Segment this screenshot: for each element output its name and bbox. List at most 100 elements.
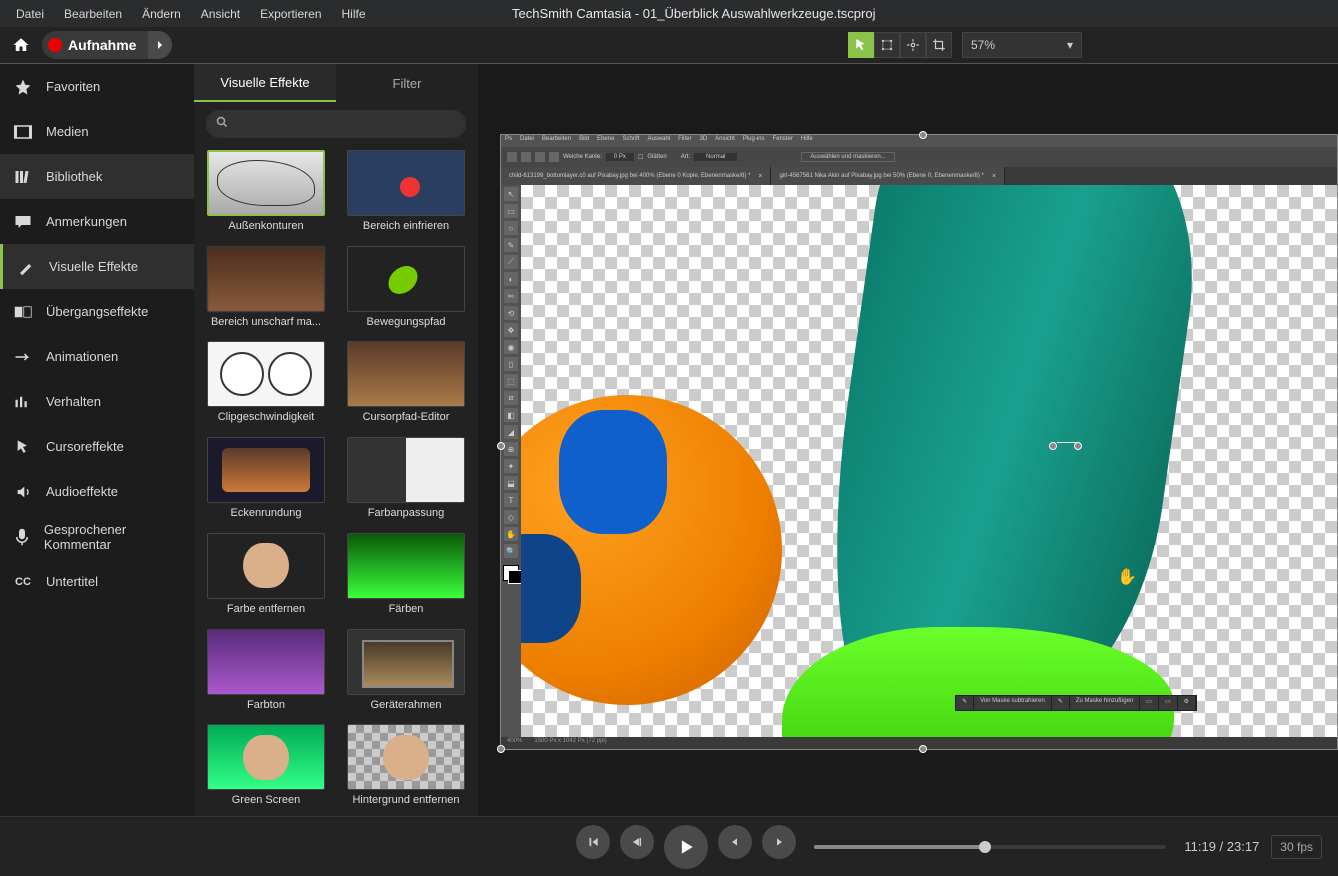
effect-thumb (347, 150, 465, 216)
tool-select[interactable] (848, 32, 874, 58)
sidebar-item-untertitel[interactable]: CC Untertitel (0, 559, 194, 604)
ps-menu-item: 3D (699, 136, 707, 146)
effect-item[interactable]: Bewegungspfad (342, 246, 470, 334)
menu-datei[interactable]: Datei (6, 3, 54, 25)
effect-thumb (207, 437, 325, 503)
effect-item[interactable]: Farbe entfernen (202, 533, 330, 621)
ps-menu-item: Ebene (597, 136, 614, 146)
effect-label: Färben (347, 603, 465, 615)
effect-item[interactable]: Clipgeschwindigkeit (202, 341, 330, 429)
tool-pan[interactable] (900, 32, 926, 58)
toolbar: Aufnahme 57% ▾ (0, 27, 1338, 64)
menu-hilfe[interactable]: Hilfe (332, 3, 376, 25)
effect-item[interactable]: Green Screen (202, 724, 330, 812)
tab-visuelle-effekte[interactable]: Visuelle Effekte (194, 64, 336, 102)
sidebar-item-uebergangseffekte[interactable]: Übergangseffekte (0, 289, 194, 334)
handle-center[interactable] (1074, 442, 1082, 450)
sidebar-item-bibliothek[interactable]: Bibliothek (0, 154, 194, 199)
menu-ansicht[interactable]: Ansicht (191, 3, 250, 25)
sidebar-label: Animationen (46, 349, 118, 364)
menu-exportieren[interactable]: Exportieren (250, 3, 331, 25)
tool-edit-points[interactable] (874, 32, 900, 58)
effect-thumb (347, 246, 465, 312)
effects-grid: AußenkonturenBereich einfrierenBereich u… (194, 146, 478, 816)
zoom-value: 57% (971, 38, 995, 52)
sidebar-item-anmerkungen[interactable]: Anmerkungen (0, 199, 194, 244)
effect-item[interactable]: Hintergrund entfernen (342, 724, 470, 812)
record-icon (48, 38, 62, 52)
handle-bottom[interactable] (919, 745, 927, 753)
sidebar-item-favoriten[interactable]: Favoriten (0, 64, 194, 109)
handle-left[interactable] (497, 442, 505, 450)
ps-menu-item: Ansicht (715, 136, 735, 146)
ps-menu-item: Schrift (622, 136, 639, 146)
ps-dims: 1500 Px x 1042 Px (72 ppi) (534, 738, 606, 748)
effects-search[interactable] (206, 110, 466, 138)
sidebar-item-medien[interactable]: Medien (0, 109, 194, 154)
sidebar-item-verhalten[interactable]: Verhalten (0, 379, 194, 424)
close-icon: × (758, 173, 762, 180)
effect-item[interactable]: Bereich einfrieren (342, 150, 470, 238)
ps-image-ball (521, 395, 782, 705)
mic-icon (12, 528, 32, 546)
next-marker-button[interactable] (762, 825, 796, 859)
effect-item[interactable]: Färben (342, 533, 470, 621)
effect-label: Clipgeschwindigkeit (207, 411, 325, 423)
search-icon (216, 115, 228, 133)
time-label: 11:19 / 23:17 (1184, 839, 1259, 854)
ps-mask-toolbar: ✎Von Maske subtrahieren✎Zu Maske hinzufü… (955, 695, 1197, 711)
effect-label: Cursorpfad-Editor (347, 411, 465, 423)
sidebar-item-animationen[interactable]: Animationen (0, 334, 194, 379)
step-back-button[interactable] (620, 825, 654, 859)
tool-crop[interactable] (926, 32, 952, 58)
hand-cursor-icon: ✋ (1117, 567, 1137, 587)
handle-top[interactable] (919, 131, 927, 139)
sidebar-label: Favoriten (46, 79, 100, 94)
tab-filter[interactable]: Filter (336, 64, 478, 102)
effects-search-input[interactable] (234, 117, 456, 131)
seek-bar[interactable] (814, 845, 1166, 849)
sidebar-item-cursoreffekte[interactable]: Cursoreffekte (0, 424, 194, 469)
sidebar: Favoriten Medien Bibliothek Anmerkungen … (0, 64, 194, 816)
handle-rotate[interactable] (1049, 442, 1057, 450)
record-dropdown[interactable] (148, 31, 172, 59)
effect-thumb (347, 533, 465, 599)
menu-aendern[interactable]: Ändern (132, 3, 191, 25)
effect-item[interactable]: Außenkonturen (202, 150, 330, 238)
effect-item[interactable]: Farbton (202, 629, 330, 717)
effect-thumb (347, 629, 465, 695)
home-button[interactable] (6, 30, 36, 60)
zoom-select[interactable]: 57% ▾ (962, 32, 1082, 58)
menu-bearbeiten[interactable]: Bearbeiten (54, 3, 132, 25)
fps-label[interactable]: 30 fps (1271, 835, 1322, 859)
ps-tabs: child-613199_bottomlayer.c0 auf Pixabay.… (501, 167, 1337, 185)
sidebar-label: Audioeffekte (46, 484, 118, 499)
canvas-clip[interactable]: PsDateiBearbeitenBildEbeneSchriftAuswahl… (500, 134, 1338, 750)
ps-menu-item: Datei (520, 136, 534, 146)
effects-panel: Visuelle Effekte Filter AußenkonturenBer… (194, 64, 478, 816)
sidebar-item-kommentar[interactable]: Gesprochener Kommentar (0, 514, 194, 559)
sidebar-label: Cursoreffekte (46, 439, 124, 454)
ps-options-bar: Weiche Kante: 0 Px ☐Glätten Art: Normal … (501, 147, 1337, 167)
effect-item[interactable]: Geräterahmen (342, 629, 470, 717)
canvas-area[interactable]: PsDateiBearbeitenBildEbeneSchriftAuswahl… (478, 64, 1338, 816)
effect-item[interactable]: Eckenrundung (202, 437, 330, 525)
effect-thumb (207, 533, 325, 599)
effect-thumb (207, 150, 325, 216)
prev-marker-button[interactable] (576, 825, 610, 859)
handle-bl[interactable] (497, 745, 505, 753)
effect-item[interactable]: Farbanpassung (342, 437, 470, 525)
step-forward-button[interactable] (718, 825, 752, 859)
effect-item[interactable]: Cursorpfad-Editor (342, 341, 470, 429)
effect-label: Green Screen (207, 794, 325, 806)
playback-controls (576, 825, 796, 869)
sidebar-item-audioeffekte[interactable]: Audioeffekte (0, 469, 194, 514)
sidebar-item-visuelle-effekte[interactable]: Visuelle Effekte (0, 244, 194, 289)
sidebar-label: Medien (46, 124, 89, 139)
wand-icon (15, 258, 37, 276)
play-button[interactable] (664, 825, 708, 869)
record-button[interactable]: Aufnahme (42, 31, 148, 59)
menubar: Datei Bearbeiten Ändern Ansicht Exportie… (0, 0, 1338, 27)
effect-item[interactable]: Bereich unscharf ma... (202, 246, 330, 334)
seek-knob[interactable] (979, 841, 991, 853)
